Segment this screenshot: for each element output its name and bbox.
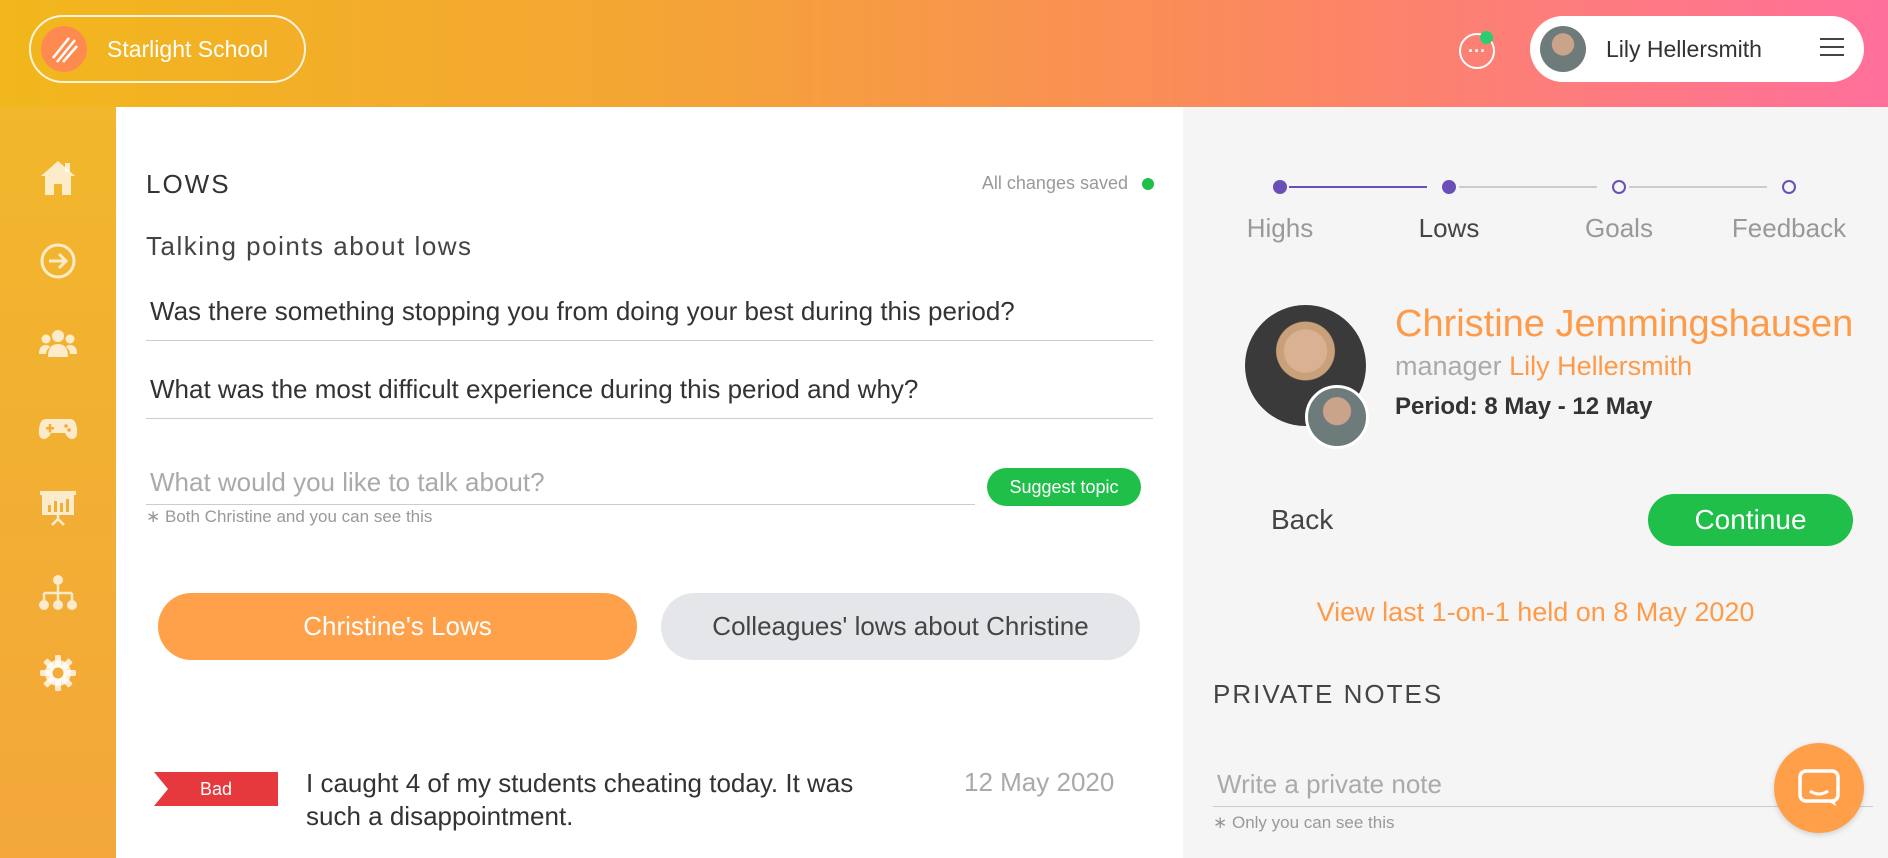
step-goals[interactable]: Goals — [1539, 213, 1699, 244]
stepper-line-done — [1289, 186, 1427, 188]
private-notes-title: PRIVATE NOTES — [1213, 679, 1444, 709]
school-logo-icon — [41, 26, 87, 72]
period-text: Period: 8 May - 12 May — [1395, 393, 1653, 420]
top-header: Starlight School ··· Lily Hellersmith — [0, 0, 1888, 107]
view-last-one-on-one-link[interactable]: View last 1-on-1 held on 8 May 2020 — [1183, 597, 1888, 628]
step-dot-highs[interactable] — [1273, 180, 1287, 194]
chat-icon — [1798, 769, 1840, 806]
support-chat-button[interactable] — [1774, 743, 1864, 833]
tab-own-lows[interactable]: Christine's Lows — [158, 593, 637, 660]
step-highs[interactable]: Highs — [1200, 213, 1360, 244]
tab-colleagues-lows[interactable]: Colleagues' lows about Christine — [661, 593, 1140, 660]
continue-button[interactable]: Continue — [1648, 494, 1853, 546]
suggest-topic-button[interactable]: Suggest topic — [987, 468, 1141, 506]
step-feedback[interactable]: Feedback — [1709, 213, 1869, 244]
talking-point-question[interactable]: What was the most difficult experience d… — [146, 374, 1153, 419]
topic-input[interactable] — [146, 460, 975, 505]
talking-point-question[interactable]: Was there something stopping you from do… — [146, 296, 1153, 341]
main-panel: LOWS All changes saved Talking points ab… — [116, 107, 1183, 858]
gamepad-icon[interactable] — [38, 407, 78, 447]
user-avatar — [1540, 26, 1586, 72]
gear-icon[interactable] — [38, 653, 78, 693]
sidebar — [0, 107, 116, 858]
school-switcher[interactable]: Starlight School — [29, 15, 306, 83]
visibility-note: ∗ Both Christine and you can see this — [146, 507, 433, 526]
step-dot-feedback[interactable] — [1782, 180, 1796, 194]
manager-line: manager Lily Hellersmith — [1395, 351, 1692, 382]
home-icon[interactable] — [38, 158, 78, 198]
sentiment-tag: Bad — [154, 772, 278, 806]
user-name: Lily Hellersmith — [1606, 35, 1762, 62]
step-dot-lows[interactable] — [1442, 180, 1456, 194]
step-dot-goals[interactable] — [1612, 180, 1626, 194]
manager-avatar — [1305, 385, 1369, 449]
entry-text: I caught 4 of my students cheating today… — [306, 768, 854, 831]
talking-points-heading: Talking points about lows — [146, 231, 473, 261]
section-title: LOWS — [146, 169, 231, 199]
user-menu[interactable]: Lily Hellersmith — [1530, 16, 1864, 82]
people-icon[interactable] — [38, 323, 78, 363]
right-panel: Highs Lows Goals Feedback Christine Jemm… — [1183, 107, 1888, 858]
back-button[interactable]: Back — [1271, 504, 1333, 536]
employee-name: Christine Jemmingshausen — [1395, 303, 1854, 345]
presentation-board-icon[interactable] — [38, 487, 78, 527]
hamburger-menu-icon[interactable] — [1820, 38, 1844, 58]
step-lows[interactable]: Lows — [1369, 213, 1529, 244]
notification-dot — [1480, 31, 1493, 44]
school-name: Starlight School — [107, 35, 269, 62]
entry-date: 12 May 2020 — [964, 767, 1115, 797]
save-status-text: All changes saved — [981, 173, 1128, 193]
private-note-visibility: ∗ Only you can see this — [1213, 813, 1395, 832]
manager-name[interactable]: Lily Hellersmith — [1509, 351, 1692, 381]
stepper-line — [1459, 186, 1597, 188]
org-chart-icon[interactable] — [38, 573, 78, 613]
stepper-line — [1629, 186, 1767, 188]
manager-label: manager — [1395, 351, 1502, 381]
save-status: All changes saved — [982, 173, 1154, 194]
arrow-right-circle-icon[interactable] — [38, 241, 78, 281]
save-status-dot — [1142, 177, 1154, 190]
